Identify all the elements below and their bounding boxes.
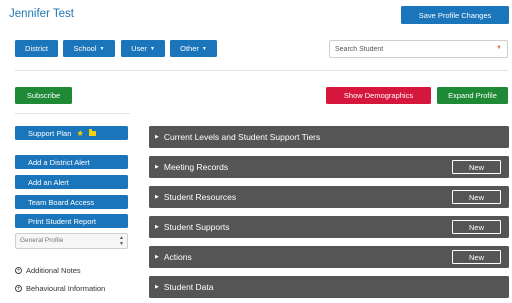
caret-right-icon: ▶ (155, 164, 159, 170)
section-current-levels[interactable]: ▶ Current Levels and Student Support Tie… (149, 126, 509, 148)
caret-down-icon: ▼ (201, 45, 207, 52)
caret-right-icon: ▶ (155, 224, 159, 230)
support-plan-label: Support Plan (28, 128, 72, 138)
nav-school-label: School (73, 44, 97, 53)
caret-down-icon[interactable]: ▼ (496, 45, 502, 51)
folder-icon[interactable] (89, 129, 96, 136)
expand-profile-button[interactable]: Expand Profile (437, 87, 508, 104)
new-student-resource-button[interactable]: New (452, 190, 501, 204)
caret-right-icon: ▶ (155, 194, 159, 200)
behavioural-information-link[interactable]: + Behavioural Information (15, 284, 105, 293)
plus-circle-icon: + (15, 267, 22, 274)
star-icon[interactable]: ★ (76, 128, 84, 139)
nav-user-label: User (131, 44, 147, 53)
section-student-resources[interactable]: ▶ Student Resources New (149, 186, 509, 208)
caret-right-icon: ▶ (155, 254, 159, 260)
nav-district-button[interactable]: District (15, 40, 58, 57)
caret-down-icon: ▼ (99, 45, 105, 52)
nav-other-label: Other (180, 44, 199, 53)
nav-school-button[interactable]: School ▼ (63, 40, 115, 57)
nav-other-button[interactable]: Other ▼ (170, 40, 217, 57)
caret-right-icon: ▶ (155, 284, 159, 290)
print-student-report-button[interactable]: Print Student Report (15, 214, 128, 228)
section-title: Student Resources (163, 192, 237, 202)
support-plan-button[interactable]: Support Plan ★ (15, 126, 128, 140)
select-arrows-icon: ▲ ▼ (119, 235, 124, 247)
header-divider (15, 70, 508, 71)
section-title: Meeting Records (163, 162, 229, 172)
caret-right-icon: ▶ (155, 134, 159, 140)
nav-user-button[interactable]: User ▼ (121, 40, 165, 57)
behavioural-information-label: Behavioural Information (26, 284, 106, 293)
add-alert-button[interactable]: Add an Alert (15, 175, 128, 189)
sidebar-divider (15, 113, 130, 114)
plus-circle-icon: + (15, 285, 22, 292)
caret-down-icon: ▼ (149, 45, 155, 52)
nav-district-label: District (25, 44, 48, 53)
team-board-access-button[interactable]: Team Board Access (15, 195, 128, 209)
page-title: Jennifer Test (9, 8, 74, 20)
profile-select[interactable]: General Profile ▲ ▼ (15, 233, 128, 249)
save-profile-button[interactable]: Save Profile Changes (401, 6, 509, 24)
new-student-support-button[interactable]: New (452, 220, 501, 234)
section-title: Actions (163, 252, 192, 262)
new-meeting-record-button[interactable]: New (452, 160, 501, 174)
profile-select-value: General Profile (20, 237, 64, 244)
add-district-alert-button[interactable]: Add a District Alert (15, 155, 128, 169)
additional-notes-link[interactable]: + Additional Notes (15, 266, 81, 275)
new-action-button[interactable]: New (452, 250, 501, 264)
search-student-input[interactable] (330, 41, 490, 57)
additional-notes-label: Additional Notes (26, 266, 81, 275)
section-title: Student Supports (163, 222, 230, 232)
section-title: Current Levels and Student Support Tiers (163, 132, 321, 142)
section-meeting-records[interactable]: ▶ Meeting Records New (149, 156, 509, 178)
section-title: Student Data (163, 282, 214, 292)
subscribe-button[interactable]: Subscribe (15, 87, 72, 104)
section-student-data[interactable]: ▶ Student Data (149, 276, 509, 298)
section-student-supports[interactable]: ▶ Student Supports New (149, 216, 509, 238)
show-demographics-button[interactable]: Show Demographics (326, 87, 431, 104)
search-box[interactable]: ▼ (329, 40, 508, 58)
section-actions[interactable]: ▶ Actions New (149, 246, 509, 268)
